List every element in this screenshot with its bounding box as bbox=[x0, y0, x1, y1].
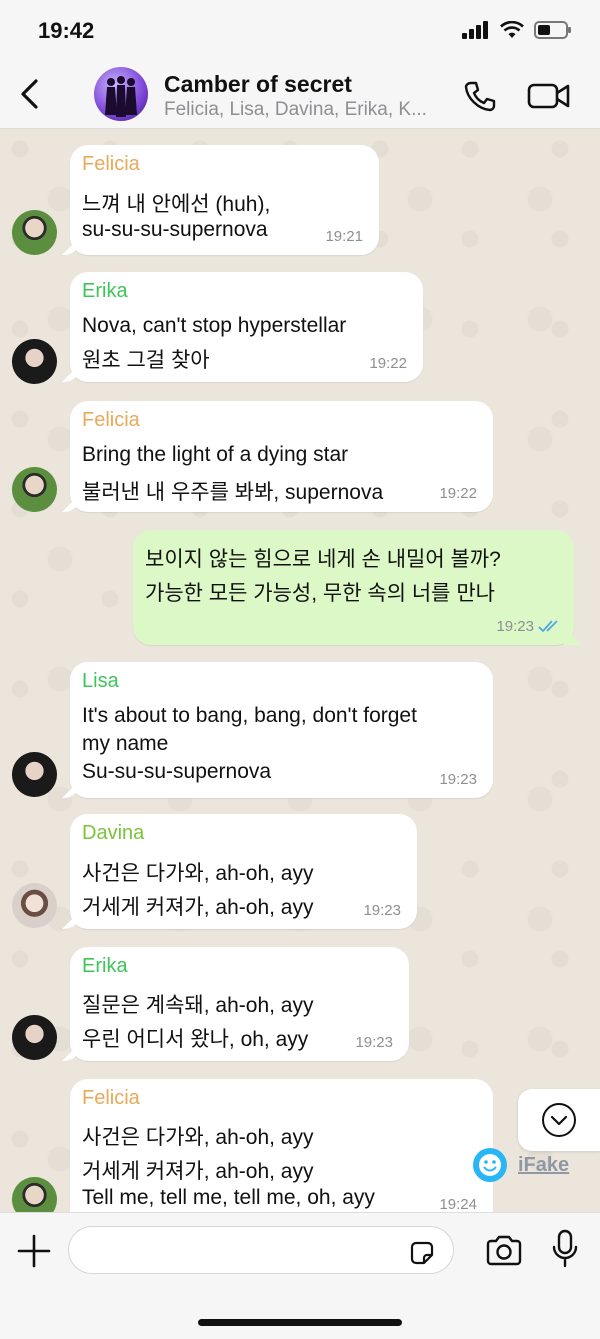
microphone-icon[interactable] bbox=[550, 1229, 580, 1269]
back-button[interactable] bbox=[14, 76, 44, 112]
message-bubble[interactable]: Felicia 사건은 다가와, ah-oh, ayy 거세게 커져가, ah-… bbox=[70, 1079, 493, 1212]
video-camera-icon bbox=[527, 83, 570, 109]
message-input[interactable] bbox=[68, 1226, 454, 1274]
avatar-felicia[interactable] bbox=[12, 210, 57, 255]
status-icons bbox=[462, 20, 572, 40]
message-bubble[interactable]: Erika Nova, can't stop hyperstellar 원초 그… bbox=[70, 272, 423, 382]
watermark-text: iFake bbox=[518, 1153, 570, 1176]
message-time: 19:23 bbox=[355, 1034, 393, 1051]
plus-icon[interactable] bbox=[16, 1233, 52, 1269]
smiley-icon bbox=[473, 1148, 507, 1182]
ifake-watermark: iFake bbox=[472, 1147, 569, 1183]
message-time: 19:21 bbox=[325, 228, 363, 245]
status-bar: 19:42 bbox=[0, 0, 600, 62]
message-time: 19:23 bbox=[363, 902, 401, 919]
message-text: 거세게 커져가, ah-oh, ayy bbox=[82, 1160, 314, 1183]
message-composer bbox=[0, 1212, 600, 1339]
group-members[interactable]: Felicia, Lisa, Davina, Erika, K... bbox=[164, 99, 427, 121]
scroll-to-bottom-button[interactable] bbox=[518, 1089, 600, 1151]
message-sender: Erika bbox=[82, 280, 128, 302]
sticker-icon[interactable] bbox=[408, 1239, 436, 1267]
message-bubble[interactable]: Felicia 느껴 내 안에선 (huh), su-su-su-superno… bbox=[70, 145, 379, 255]
message-sender: Lisa bbox=[82, 670, 119, 692]
message-time: 19:23 bbox=[439, 771, 477, 788]
phone-icon bbox=[464, 81, 496, 112]
message-text: 원초 그걸 찾아 bbox=[82, 349, 210, 372]
avatar-felicia[interactable] bbox=[12, 467, 57, 512]
chat-messages[interactable]: Felicia 느껴 내 안에선 (huh), su-su-su-superno… bbox=[0, 129, 600, 1212]
message-time: 19:24 bbox=[439, 1196, 477, 1212]
avatar-davina[interactable] bbox=[12, 883, 57, 928]
home-indicator[interactable] bbox=[198, 1319, 402, 1326]
message-bubble[interactable]: Lisa It's about to bang, bang, don't for… bbox=[70, 662, 493, 798]
message-text: 느껴 내 안에선 (huh), bbox=[82, 193, 271, 216]
message-bubble[interactable]: Felicia Bring the light of a dying star … bbox=[70, 401, 493, 512]
message-text: my name bbox=[82, 732, 169, 755]
double-check-icon bbox=[538, 620, 558, 633]
message-sender: Erika bbox=[82, 955, 128, 977]
message-text: 우린 어디서 왔나, oh, ayy bbox=[82, 1028, 309, 1051]
chat-header: Camber of secret Felicia, Lisa, Davina, … bbox=[0, 62, 600, 129]
message-time: 19:22 bbox=[439, 485, 477, 502]
message-text: 거세게 커져가, ah-oh, ayy bbox=[82, 896, 314, 919]
status-time: 19:42 bbox=[38, 18, 95, 43]
message-bubble[interactable]: Davina 사건은 다가와, ah-oh, ayy 거세게 커져가, ah-o… bbox=[70, 814, 417, 929]
message-sender: Davina bbox=[82, 822, 145, 844]
video-call-button[interactable] bbox=[526, 76, 572, 116]
signal-icon bbox=[462, 21, 488, 39]
message-bubble[interactable]: Erika 질문은 계속돼, ah-oh, ayy 우린 어디서 왔나, oh,… bbox=[70, 947, 409, 1061]
message-sender: Felicia bbox=[82, 1087, 140, 1109]
chevron-down-icon bbox=[542, 1103, 576, 1137]
avatar-lisa[interactable] bbox=[12, 752, 57, 797]
back-icon bbox=[21, 79, 38, 109]
avatar-erika[interactable] bbox=[12, 1015, 57, 1060]
avatar-felicia[interactable] bbox=[12, 1177, 57, 1212]
message-text: 사건은 다가와, ah-oh, ayy bbox=[82, 1126, 314, 1149]
message-text: Tell me, tell me, tell me, oh, ayy bbox=[82, 1186, 375, 1209]
message-text: 가능한 모든 가능성, 무한 속의 너를 만나 bbox=[145, 582, 495, 605]
voice-call-button[interactable] bbox=[460, 76, 500, 116]
message-text: 불러낸 내 우주를 봐봐, supernova bbox=[82, 481, 384, 504]
message-text: 질문은 계속돼, ah-oh, ayy bbox=[82, 994, 314, 1017]
message-sender: Felicia bbox=[82, 409, 140, 431]
message-text: su-su-su-supernova bbox=[82, 218, 268, 241]
message-text: Su-su-su-supernova bbox=[82, 760, 272, 783]
wifi-icon bbox=[500, 21, 524, 38]
message-text: Nova, can't stop hyperstellar bbox=[82, 314, 347, 337]
message-text: It's about to bang, bang, don't forget bbox=[82, 704, 417, 727]
group-avatar[interactable] bbox=[94, 67, 148, 121]
message-text: 보이지 않는 힘으로 네게 손 내밀어 볼까? bbox=[145, 548, 501, 571]
message-text: 사건은 다가와, ah-oh, ayy bbox=[82, 862, 314, 885]
avatar-erika[interactable] bbox=[12, 339, 57, 384]
group-title[interactable]: Camber of secret bbox=[164, 71, 352, 98]
group-avatar-image bbox=[105, 76, 137, 117]
message-time: 19:23 bbox=[496, 618, 534, 635]
message-sender: Felicia bbox=[82, 153, 140, 175]
message-time: 19:22 bbox=[369, 355, 407, 372]
message-text: Bring the light of a dying star bbox=[82, 443, 349, 466]
battery-icon bbox=[534, 21, 571, 39]
camera-icon[interactable] bbox=[484, 1231, 524, 1271]
outgoing-message-bubble[interactable]: 보이지 않는 힘으로 네게 손 내밀어 볼까? 가능한 모든 가능성, 무한 속… bbox=[133, 530, 574, 645]
